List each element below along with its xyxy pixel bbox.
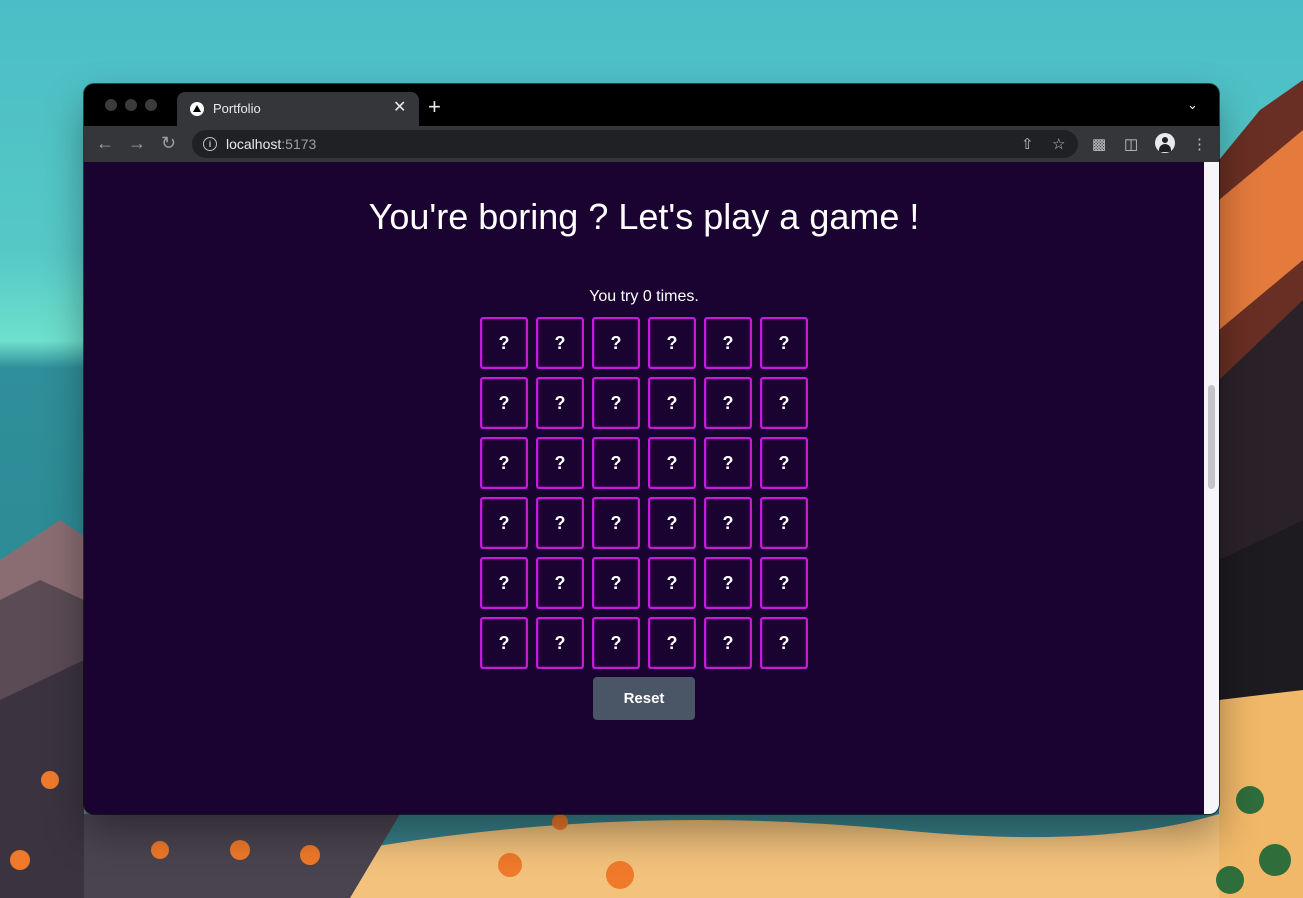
page-title: You're boring ? Let's play a game ! xyxy=(368,196,920,237)
memory-card[interactable]: ? xyxy=(592,437,640,489)
memory-card[interactable]: ? xyxy=(648,497,696,549)
maximize-window-button[interactable] xyxy=(145,99,157,111)
url-port: :5173 xyxy=(281,136,317,152)
tab-title: Portfolio xyxy=(213,101,261,116)
page-scrollbar[interactable] xyxy=(1204,162,1219,814)
browser-toolbar: ← → ↻ i localhost:5173 ⇧ ☆ ▩ ◫ ⋮ xyxy=(84,126,1219,162)
memory-card[interactable]: ? xyxy=(536,377,584,429)
memory-card[interactable]: ? xyxy=(648,617,696,669)
forward-arrow-icon[interactable]: → xyxy=(128,133,146,153)
memory-card[interactable]: ? xyxy=(760,437,808,489)
memory-card[interactable]: ? xyxy=(648,317,696,369)
scrollbar-thumb[interactable] xyxy=(1208,385,1215,489)
reload-icon[interactable]: ↻ xyxy=(161,133,176,153)
memory-card[interactable]: ? xyxy=(760,377,808,429)
memory-card[interactable]: ? xyxy=(536,617,584,669)
memory-card-grid: ???????????????????????????????????? xyxy=(480,317,808,669)
back-arrow-icon[interactable]: ← xyxy=(96,133,114,153)
memory-card[interactable]: ? xyxy=(592,557,640,609)
memory-card[interactable]: ? xyxy=(536,557,584,609)
memory-card[interactable]: ? xyxy=(592,617,640,669)
memory-card[interactable]: ? xyxy=(480,617,528,669)
memory-card[interactable]: ? xyxy=(480,317,528,369)
menu-kebab-icon[interactable]: ⋮ xyxy=(1192,135,1207,153)
minimize-window-button[interactable] xyxy=(125,99,137,111)
side-panel-icon[interactable]: ◫ xyxy=(1124,135,1138,153)
memory-card[interactable]: ? xyxy=(704,437,752,489)
browser-window: Portfolio ✕ + ⌄ ← → ↻ i localhost:5173 ⇧… xyxy=(84,84,1219,814)
tab-close-icon[interactable]: ✕ xyxy=(393,99,406,117)
memory-card[interactable]: ? xyxy=(648,377,696,429)
memory-card[interactable]: ? xyxy=(480,497,528,549)
memory-card[interactable]: ? xyxy=(480,437,528,489)
memory-card[interactable]: ? xyxy=(704,497,752,549)
bookmark-star-icon[interactable]: ☆ xyxy=(1052,135,1065,153)
tries-counter: You try 0 times. xyxy=(589,288,699,305)
memory-card[interactable]: ? xyxy=(648,557,696,609)
url-text: localhost:5173 xyxy=(226,136,316,152)
site-info-icon[interactable]: i xyxy=(203,137,217,151)
memory-card[interactable]: ? xyxy=(592,497,640,549)
memory-card[interactable]: ? xyxy=(480,557,528,609)
tab-search-chevron-icon[interactable]: ⌄ xyxy=(1187,97,1198,113)
favicon-icon xyxy=(190,102,204,116)
share-icon[interactable]: ⇧ xyxy=(1021,135,1034,153)
memory-card[interactable]: ? xyxy=(536,437,584,489)
url-host: localhost xyxy=(226,136,282,152)
browser-titlebar: Portfolio ✕ + ⌄ xyxy=(84,84,1219,126)
memory-card[interactable]: ? xyxy=(760,557,808,609)
memory-card[interactable]: ? xyxy=(760,617,808,669)
close-window-button[interactable] xyxy=(105,99,117,111)
memory-card[interactable]: ? xyxy=(704,617,752,669)
reset-button[interactable]: Reset xyxy=(593,677,695,720)
memory-card[interactable]: ? xyxy=(480,377,528,429)
memory-card[interactable]: ? xyxy=(704,557,752,609)
memory-card[interactable]: ? xyxy=(704,377,752,429)
new-tab-button[interactable]: + xyxy=(428,96,441,118)
extensions-puzzle-icon[interactable]: ▩ xyxy=(1092,135,1106,153)
memory-card[interactable]: ? xyxy=(760,497,808,549)
memory-card[interactable]: ? xyxy=(648,437,696,489)
memory-card[interactable]: ? xyxy=(760,317,808,369)
memory-card[interactable]: ? xyxy=(536,497,584,549)
memory-card[interactable]: ? xyxy=(592,317,640,369)
memory-card[interactable]: ? xyxy=(704,317,752,369)
profile-avatar-icon[interactable] xyxy=(1155,133,1175,153)
address-bar[interactable]: i localhost:5173 ⇧ ☆ xyxy=(192,130,1078,158)
browser-tab[interactable]: Portfolio ✕ xyxy=(177,92,419,126)
memory-card[interactable]: ? xyxy=(592,377,640,429)
memory-card[interactable]: ? xyxy=(536,317,584,369)
page-viewport: You're boring ? Let's play a game ! You … xyxy=(84,162,1204,814)
